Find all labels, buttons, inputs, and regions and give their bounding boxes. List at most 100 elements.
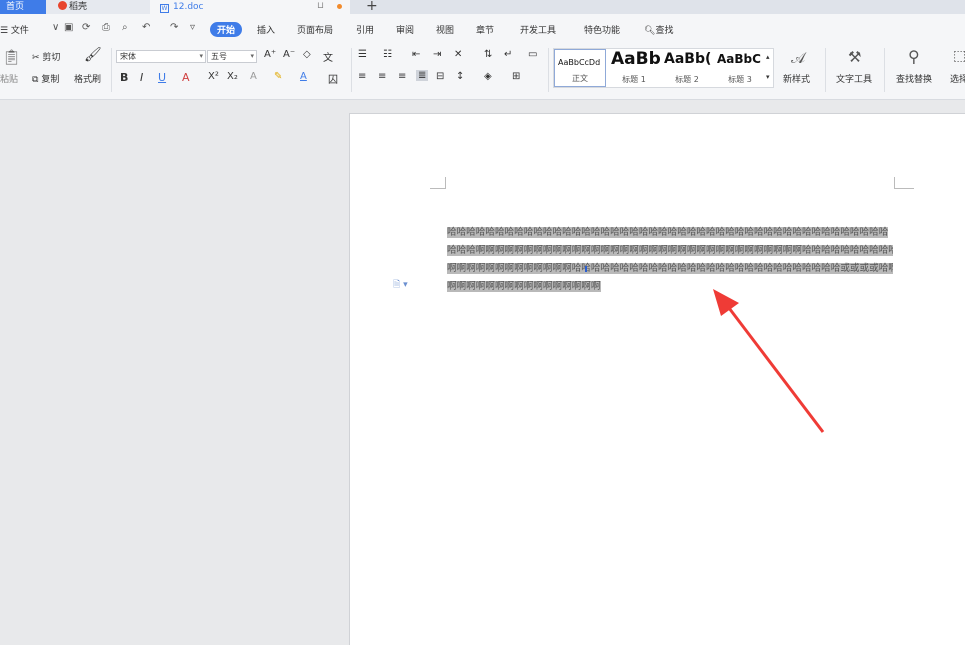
ribbon-toolbar: 📋︎ 粘贴 ✂ 剪切 ⧉ 复制 🖌︎ 格式刷 宋体 ▾ 五号 ▾ A⁺ A⁻ ◇ 文…: [0, 44, 965, 100]
align-center-icon[interactable]: ≡: [378, 71, 386, 82]
daoke-logo-icon: [58, 1, 67, 10]
ribbon-divider: [548, 48, 549, 92]
customize-icon[interactable]: ▿: [190, 22, 195, 33]
style-heading-3-name: 标题 3: [728, 75, 752, 84]
borders-icon[interactable]: ⊞: [512, 71, 520, 82]
new-style-icon[interactable]: 𝒜: [791, 49, 805, 67]
ribbon-divider: [111, 48, 112, 92]
select-label[interactable]: 选择: [950, 72, 965, 85]
paste-label[interactable]: 粘贴: [0, 72, 18, 85]
line-spacing-icon[interactable]: ↕: [456, 71, 464, 82]
format-painter-icon[interactable]: 🖌︎: [84, 47, 102, 63]
show-marks-icon[interactable]: ↵: [504, 49, 512, 60]
strikethrough-icon[interactable]: A: [182, 71, 190, 84]
style-heading-1-name: 标题 1: [622, 75, 646, 84]
style-heading-1-sample: AaBb: [611, 49, 661, 69]
style-heading-3-sample: AaBbC: [717, 52, 761, 66]
bold-icon[interactable]: B: [120, 71, 128, 84]
highlight-icon[interactable]: ✎: [274, 71, 282, 82]
text-tools-label[interactable]: 文字工具: [836, 72, 872, 85]
style-normal-name: 正文: [572, 74, 588, 83]
paste-icon[interactable]: 📋︎: [2, 48, 21, 66]
style-heading-2[interactable]: AaBb( 标题 2: [661, 49, 713, 87]
align-justify-icon[interactable]: ≣: [416, 70, 429, 81]
menu-tab-developer[interactable]: 开发工具: [520, 23, 556, 36]
decrease-font-icon[interactable]: A⁻: [283, 49, 295, 60]
file-menu[interactable]: ☰ 文件: [0, 23, 29, 36]
menu-search-label: 查找: [655, 26, 674, 36]
undo-icon[interactable]: ↶: [142, 22, 150, 33]
char-border-icon[interactable]: 囚: [328, 71, 338, 86]
phonetic-icon[interactable]: 文: [323, 49, 333, 64]
scissors-icon: ✂: [32, 53, 40, 63]
font-name-select[interactable]: 宋体 ▾: [116, 50, 206, 63]
select-icon[interactable]: ⬚: [953, 48, 965, 64]
find-replace-icon[interactable]: ⚲: [908, 47, 920, 66]
redo-icon[interactable]: ↷: [170, 22, 178, 33]
menu-tab-review[interactable]: 审阅: [396, 23, 414, 36]
increase-font-icon[interactable]: A⁺: [264, 49, 276, 60]
text-tools-icon[interactable]: ⚒: [848, 48, 861, 66]
clear-format-icon[interactable]: ◇: [303, 49, 311, 60]
chevron-down-icon[interactable]: ∨: [52, 22, 59, 33]
print-icon[interactable]: ⎙: [102, 22, 110, 33]
cut-button[interactable]: ✂ 剪切: [32, 50, 60, 63]
font-color-icon[interactable]: A: [300, 71, 307, 82]
menu-tab-view[interactable]: 视图: [436, 23, 454, 36]
italic-icon[interactable]: I: [140, 71, 143, 84]
new-style-label[interactable]: 新样式: [783, 72, 810, 85]
print-preview-icon[interactable]: ⌕: [122, 22, 128, 33]
align-left-icon[interactable]: ≡: [358, 71, 366, 82]
increase-indent-icon[interactable]: ⇥: [433, 49, 441, 60]
output-icon[interactable]: ⟳: [82, 22, 90, 33]
tab-daoke-label: 稻壳: [69, 2, 88, 12]
font-name-value: 宋体: [120, 52, 136, 61]
tab-document-label: 12.doc: [173, 2, 204, 12]
document-canvas[interactable]: 🗎︎ ▾ 哈哈哈哈哈哈哈哈哈哈哈哈哈哈哈哈哈哈哈哈哈哈哈哈哈哈哈哈哈哈哈哈哈哈哈…: [0, 100, 965, 645]
bullet-list-icon[interactable]: ☰: [358, 49, 367, 60]
underline-icon[interactable]: U: [158, 71, 166, 84]
font-size-select[interactable]: 五号 ▾: [207, 50, 257, 63]
copy-label: 复制: [41, 75, 60, 85]
find-replace-label[interactable]: 查找替换: [896, 72, 932, 85]
chinese-layout-icon[interactable]: ✕: [454, 49, 462, 60]
annotation-arrow-shaft: [724, 303, 825, 433]
style-normal[interactable]: AaBbCcDd 正文: [554, 49, 606, 87]
menu-tab-layout[interactable]: 页面布局: [297, 23, 333, 36]
menu-tab-section[interactable]: 章节: [476, 23, 494, 36]
font-size-value: 五号: [211, 52, 227, 61]
search-icon: 🔍︎: [644, 26, 656, 36]
save-icon[interactable]: ▣: [64, 22, 73, 33]
ribbon-divider: [884, 48, 885, 92]
subscript-icon[interactable]: X₂: [227, 71, 238, 82]
table-icon[interactable]: ▭: [528, 49, 537, 60]
menu-tab-insert[interactable]: 插入: [257, 23, 275, 36]
style-heading-1[interactable]: AaBb 标题 1: [608, 49, 661, 87]
styles-scroll-down-icon[interactable]: ▾: [766, 73, 770, 81]
style-normal-sample: AaBbCcDd: [558, 58, 601, 67]
new-tab-icon[interactable]: +: [366, 0, 378, 14]
text-effect-icon[interactable]: A: [250, 71, 257, 82]
menu-search[interactable]: 🔍︎查找: [644, 23, 673, 36]
align-right-icon[interactable]: ≡: [398, 71, 406, 82]
tab-home[interactable]: 首页: [0, 0, 46, 14]
menu-tab-references[interactable]: 引用: [356, 23, 374, 36]
numbered-list-icon[interactable]: ☷: [383, 49, 392, 60]
style-heading-3[interactable]: AaBbC 标题 3: [714, 49, 766, 87]
copy-button[interactable]: ⧉ 复制: [32, 72, 59, 85]
menu-tab-features[interactable]: 特色功能: [584, 23, 620, 36]
styles-gallery: AaBbCcDd 正文 AaBb 标题 1 AaBb( 标题 2 AaBbC 标…: [553, 48, 774, 88]
pin-icon[interactable]: ⊔: [317, 1, 324, 11]
menu-tab-start[interactable]: 开始: [210, 22, 243, 37]
format-painter-label[interactable]: 格式刷: [74, 72, 101, 85]
styles-scroll-up-icon[interactable]: ▴: [766, 53, 770, 61]
chevron-down-icon: ▾: [250, 52, 254, 60]
annotation-arrow: [713, 289, 825, 433]
decrease-indent-icon[interactable]: ⇤: [412, 49, 420, 60]
ribbon-divider: [351, 48, 352, 92]
sort-icon[interactable]: ⇅: [484, 49, 492, 60]
tab-daoke[interactable]: 稻壳: [46, 0, 150, 14]
superscript-icon[interactable]: X²: [208, 71, 219, 82]
distributed-icon[interactable]: ⊟: [436, 71, 444, 82]
shading-icon[interactable]: ◈: [484, 71, 492, 82]
